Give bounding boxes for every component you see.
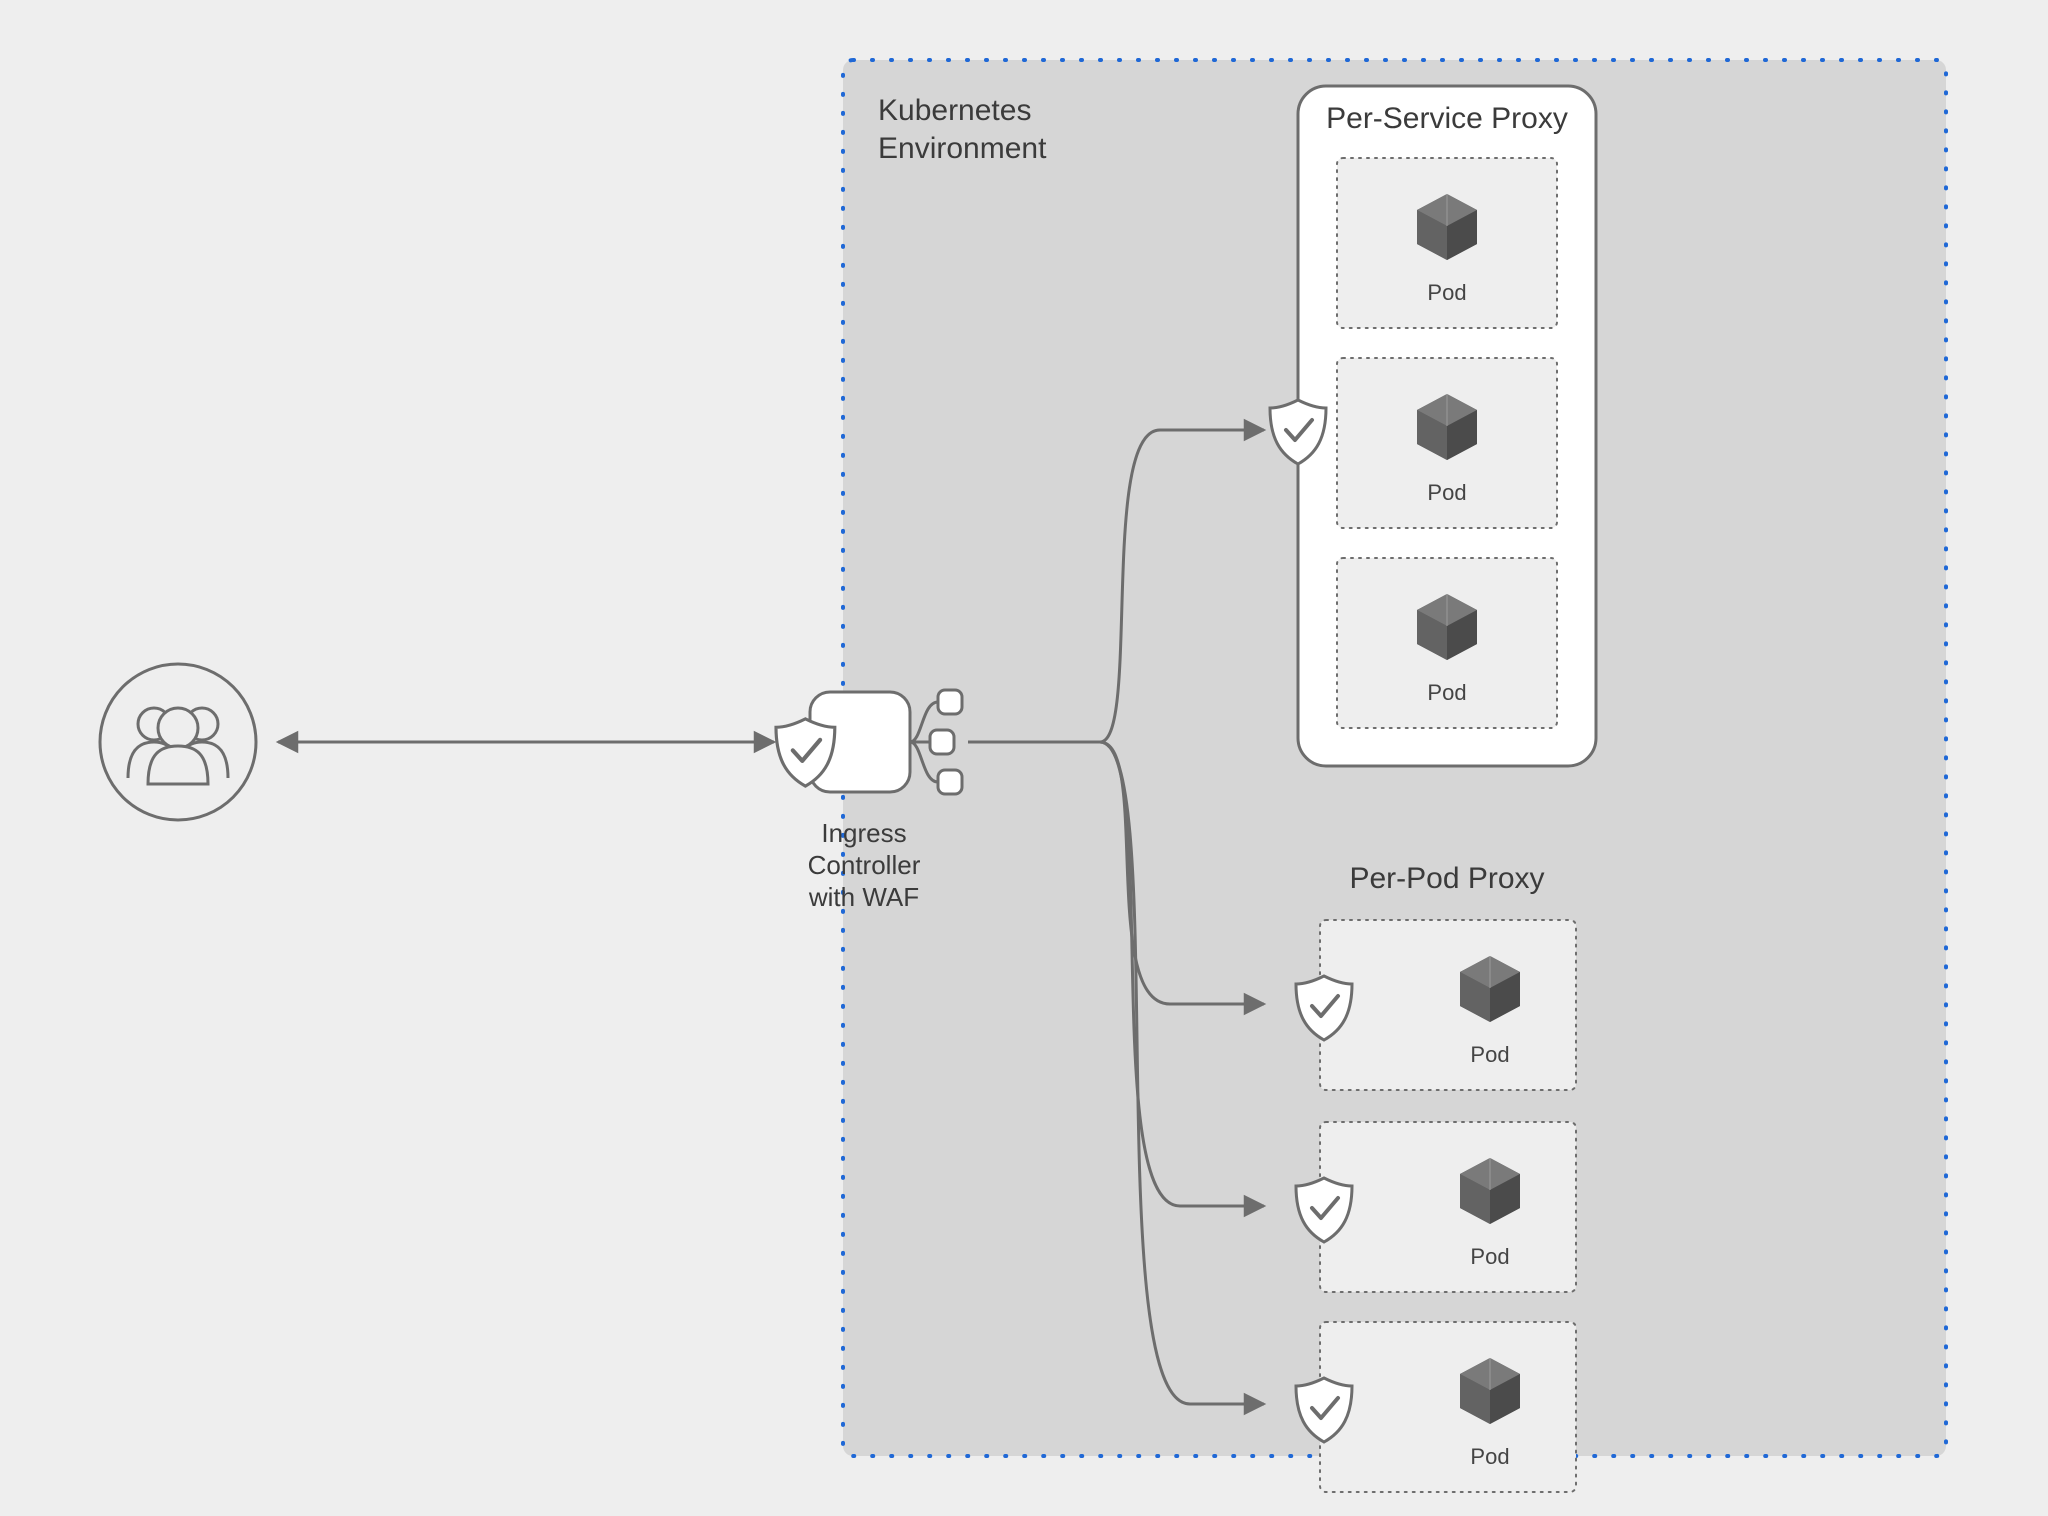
boundary-title-2: Environment — [878, 132, 1047, 165]
per-service-proxy: Per-Service Proxy Pod Pod Pod — [1270, 86, 1596, 766]
ingress-label-2: Controller — [808, 850, 921, 880]
per-service-title: Per-Service Proxy — [1326, 102, 1568, 135]
pod-label: Pod — [1427, 680, 1466, 705]
users-icon — [100, 664, 256, 820]
service-pod-3: Pod — [1337, 558, 1557, 728]
service-pod-1: Pod — [1337, 158, 1557, 328]
users-node — [100, 664, 256, 820]
per-pod-2: Pod — [1296, 1122, 1576, 1292]
per-pod-title: Per-Pod Proxy — [1349, 862, 1544, 895]
pod-label: Pod — [1427, 280, 1466, 305]
service-pod-2: Pod — [1337, 358, 1557, 528]
ingress-label-1: Ingress — [821, 818, 906, 848]
per-pod-1: Pod — [1296, 920, 1576, 1090]
pod-label: Pod — [1427, 480, 1466, 505]
architecture-diagram: Kubernetes Environment Ingress Controlle… — [0, 0, 2048, 1516]
per-pod-3: Pod — [1296, 1322, 1576, 1492]
pod-label: Pod — [1470, 1244, 1509, 1269]
pod-label: Pod — [1470, 1444, 1509, 1469]
pod-label: Pod — [1470, 1042, 1509, 1067]
boundary-title-1: Kubernetes — [878, 94, 1031, 127]
ingress-label-3: with WAF — [808, 882, 919, 912]
